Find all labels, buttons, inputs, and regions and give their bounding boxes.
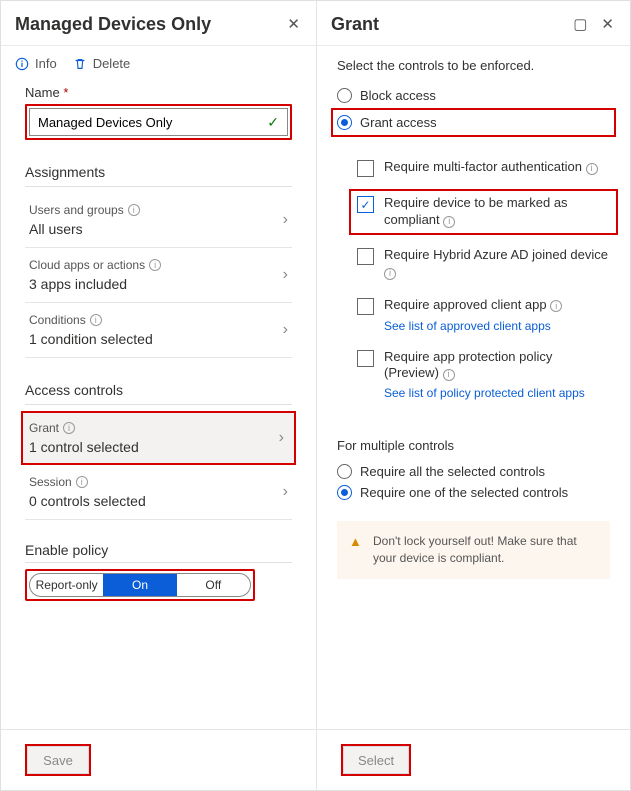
enable-policy-highlight: Report-only On Off bbox=[25, 569, 255, 601]
info-button[interactable]: Info bbox=[15, 56, 57, 71]
policy-panel: Managed Devices Only ✕ Info Delete Name … bbox=[1, 1, 317, 790]
cloud-apps-value: 3 apps included bbox=[29, 276, 292, 292]
chevron-right-icon: › bbox=[283, 321, 288, 339]
close-icon[interactable]: ✕ bbox=[285, 13, 302, 35]
radio-grant-label: Grant access bbox=[360, 115, 437, 130]
segment-off[interactable]: Off bbox=[177, 574, 250, 596]
assignments-section-title: Assignments bbox=[25, 164, 292, 187]
grant-row[interactable]: Grant i 1 control selected › bbox=[29, 421, 288, 455]
grant-panel-header: Grant ▢ ✕ bbox=[317, 1, 630, 46]
multiple-controls-title: For multiple controls bbox=[337, 438, 610, 453]
checkbox-icon[interactable] bbox=[357, 298, 374, 315]
chevron-right-icon: › bbox=[283, 211, 288, 229]
close-icon[interactable]: ✕ bbox=[599, 13, 616, 35]
select-button[interactable]: Select bbox=[343, 746, 409, 774]
info-label: Info bbox=[35, 56, 57, 71]
access-controls-section-title: Access controls bbox=[25, 382, 292, 405]
check-hybrid-row[interactable]: Require Hybrid Azure AD joined device i bbox=[357, 239, 610, 289]
policy-panel-header: Managed Devices Only ✕ bbox=[1, 1, 316, 46]
check-mfa-label: Require multi-factor authentication bbox=[384, 159, 582, 174]
radio-all-label: Require all the selected controls bbox=[360, 464, 545, 479]
grant-row-highlight: Grant i 1 control selected › bbox=[21, 411, 296, 465]
maximize-icon[interactable]: ▢ bbox=[571, 13, 589, 35]
warning-text: Don't lock yourself out! Make sure that … bbox=[373, 534, 577, 565]
delete-button[interactable]: Delete bbox=[73, 56, 131, 71]
info-icon: i bbox=[443, 369, 455, 381]
check-mfa-row[interactable]: Require multi-factor authentication i bbox=[357, 151, 610, 185]
name-input[interactable] bbox=[38, 115, 267, 130]
conditions-row[interactable]: Conditions i 1 condition selected › bbox=[25, 303, 292, 358]
info-icon: i bbox=[443, 216, 455, 228]
radio-icon bbox=[337, 464, 352, 479]
checkbox-icon[interactable] bbox=[357, 196, 374, 213]
check-compliant-label: Require device to be marked as compliant bbox=[384, 195, 568, 227]
radio-icon bbox=[337, 115, 352, 130]
enable-policy-title: Enable policy bbox=[25, 542, 292, 563]
info-icon: i bbox=[384, 268, 396, 280]
chevron-right-icon: › bbox=[283, 266, 288, 284]
users-groups-value: All users bbox=[29, 221, 292, 237]
radio-require-one[interactable]: Require one of the selected controls bbox=[337, 482, 610, 503]
segment-on[interactable]: On bbox=[103, 574, 176, 596]
check-approved-label: Require approved client app bbox=[384, 297, 547, 312]
link-approved-apps[interactable]: See list of approved client apps bbox=[384, 319, 551, 333]
policy-title: Managed Devices Only bbox=[15, 14, 211, 35]
chevron-right-icon: › bbox=[283, 483, 288, 501]
radio-require-all[interactable]: Require all the selected controls bbox=[337, 461, 610, 482]
link-protection-apps[interactable]: See list of policy protected client apps bbox=[384, 386, 585, 400]
check-approved-row[interactable]: Require approved client app i bbox=[357, 297, 562, 315]
info-icon: i bbox=[63, 422, 75, 434]
radio-icon bbox=[337, 485, 352, 500]
session-row[interactable]: Session i 0 controls selected › bbox=[25, 465, 292, 520]
users-groups-row[interactable]: Users and groups i All users › bbox=[25, 193, 292, 248]
select-button-highlight: Select bbox=[341, 744, 411, 776]
save-button-highlight: Save bbox=[25, 744, 91, 776]
policy-footer: Save bbox=[1, 729, 316, 790]
save-button[interactable]: Save bbox=[27, 746, 89, 774]
grant-footer: Select bbox=[317, 729, 630, 790]
warning-banner: Don't lock yourself out! Make sure that … bbox=[337, 521, 610, 579]
grant-access-highlight: Grant access bbox=[331, 108, 616, 137]
name-field-label: Name * bbox=[25, 85, 292, 100]
radio-one-label: Require one of the selected controls bbox=[360, 485, 568, 500]
check-icon: ✓ bbox=[267, 114, 279, 131]
radio-grant-access[interactable]: Grant access bbox=[337, 112, 610, 133]
enable-policy-toggle[interactable]: Report-only On Off bbox=[29, 573, 251, 597]
cloud-apps-row[interactable]: Cloud apps or actions i 3 apps included … bbox=[25, 248, 292, 303]
radio-icon bbox=[337, 88, 352, 103]
grant-instruction: Select the controls to be enforced. bbox=[337, 58, 610, 73]
info-icon: i bbox=[149, 259, 161, 271]
checkbox-icon[interactable] bbox=[357, 248, 374, 265]
checkbox-icon[interactable] bbox=[357, 350, 374, 367]
info-icon: i bbox=[550, 300, 562, 312]
info-icon: i bbox=[586, 163, 598, 175]
session-value: 0 controls selected bbox=[29, 493, 292, 509]
grant-title: Grant bbox=[331, 14, 379, 35]
info-icon: i bbox=[128, 204, 140, 216]
grant-value: 1 control selected bbox=[29, 439, 288, 455]
chevron-right-icon: › bbox=[279, 429, 284, 447]
radio-block-label: Block access bbox=[360, 88, 436, 103]
segment-report-only[interactable]: Report-only bbox=[30, 574, 103, 596]
radio-block-access[interactable]: Block access bbox=[337, 85, 610, 106]
name-field-highlight: ✓ bbox=[25, 104, 292, 140]
check-compliant-highlight: Require device to be marked as compliant… bbox=[349, 189, 618, 235]
conditions-value: 1 condition selected bbox=[29, 331, 292, 347]
info-icon: i bbox=[90, 314, 102, 326]
grant-panel: Grant ▢ ✕ Select the controls to be enfo… bbox=[317, 1, 630, 790]
info-icon bbox=[15, 57, 29, 71]
delete-label: Delete bbox=[93, 56, 131, 71]
checkbox-icon[interactable] bbox=[357, 160, 374, 177]
check-hybrid-label: Require Hybrid Azure AD joined device bbox=[384, 247, 608, 262]
trash-icon bbox=[73, 57, 87, 71]
policy-toolbar: Info Delete bbox=[1, 46, 316, 85]
check-protection-label: Require app protection policy (Preview) bbox=[384, 349, 552, 381]
check-protection-row[interactable]: Require app protection policy (Preview) … bbox=[357, 349, 610, 383]
info-icon: i bbox=[76, 476, 88, 488]
